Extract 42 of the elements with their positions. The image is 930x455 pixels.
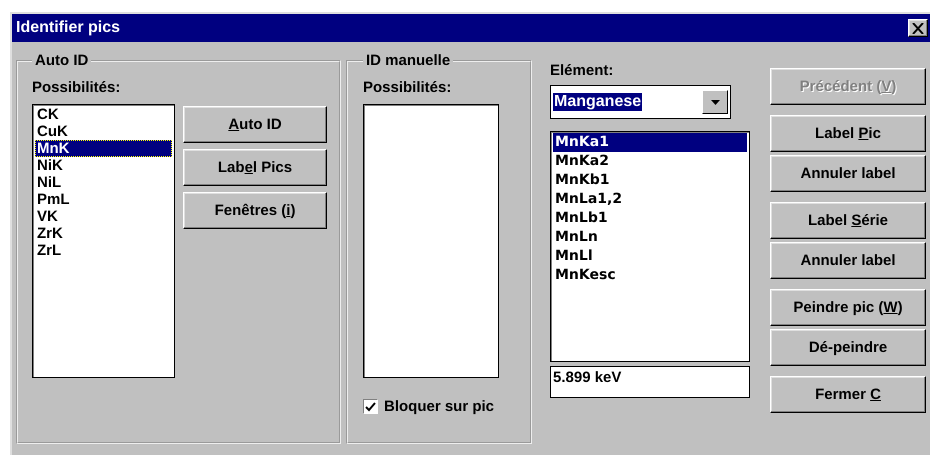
action-button[interactable]: Auto ID	[183, 106, 327, 143]
list-item[interactable]: MnK	[35, 140, 172, 157]
list-item[interactable]: VK	[35, 208, 172, 225]
action-button[interactable]: Annuler label	[770, 242, 926, 279]
list-item[interactable]: MnLa1,2	[553, 190, 747, 209]
action-button[interactable]: Fermer C	[770, 376, 926, 413]
list-item[interactable]: CuK	[35, 123, 172, 140]
list-item[interactable]: MnLb1	[553, 209, 747, 228]
list-item[interactable]: MnKb1	[553, 171, 747, 190]
list-item[interactable]: ZrK	[35, 225, 172, 242]
element-label: Elément:	[550, 62, 614, 79]
list-item[interactable]: MnLl	[553, 247, 747, 266]
possibilities-list[interactable]	[363, 104, 499, 378]
list-item[interactable]: MnKesc	[553, 266, 747, 285]
action-button[interactable]: Annuler label	[770, 155, 926, 192]
list-item[interactable]: MnLn	[553, 228, 747, 247]
close-icon	[912, 22, 924, 34]
list-item[interactable]: NiK	[35, 157, 172, 174]
action-button[interactable]: Label Série	[770, 202, 926, 239]
checkbox[interactable]	[363, 399, 378, 414]
close-button[interactable]	[908, 19, 928, 37]
action-button[interactable]: Peindre pic (W)	[770, 289, 926, 326]
list-item[interactable]: NiL	[35, 174, 172, 191]
checkbox-label[interactable]: Bloquer sur pic	[384, 398, 494, 415]
action-button[interactable]: Label Pic	[770, 115, 926, 152]
action-button[interactable]: Label Pics	[183, 149, 327, 186]
list-item[interactable]: CK	[35, 106, 172, 123]
list-label: Possibilités:	[363, 79, 452, 96]
list-item[interactable]: MnKa2	[553, 152, 747, 171]
element-dropdown[interactable]: Manganese	[550, 85, 731, 119]
list-item[interactable]: MnKa1	[553, 133, 747, 152]
list-item[interactable]: PmL	[35, 191, 172, 208]
group-title: Auto ID	[34, 52, 90, 69]
group-title: ID manuelle	[365, 52, 452, 69]
action-button[interactable]: Dé-peindre	[770, 329, 926, 366]
list-item[interactable]: ZrL	[35, 242, 172, 259]
lines-list[interactable]: MnKa1 MnKa2 MnKb1 MnLa1,2 MnLb1 MnLn MnLl MnKesc	[550, 131, 750, 362]
window-title: Identifier pics	[16, 19, 120, 37]
action-button[interactable]: Fenêtres (i)	[183, 192, 327, 229]
possibilities-list[interactable]: CK CuK MnK NiK NiL PmL VK ZrK ZrL	[32, 104, 175, 378]
list-label: Possibilités:	[32, 79, 120, 96]
energy-field: 5.899 keV	[550, 366, 750, 398]
